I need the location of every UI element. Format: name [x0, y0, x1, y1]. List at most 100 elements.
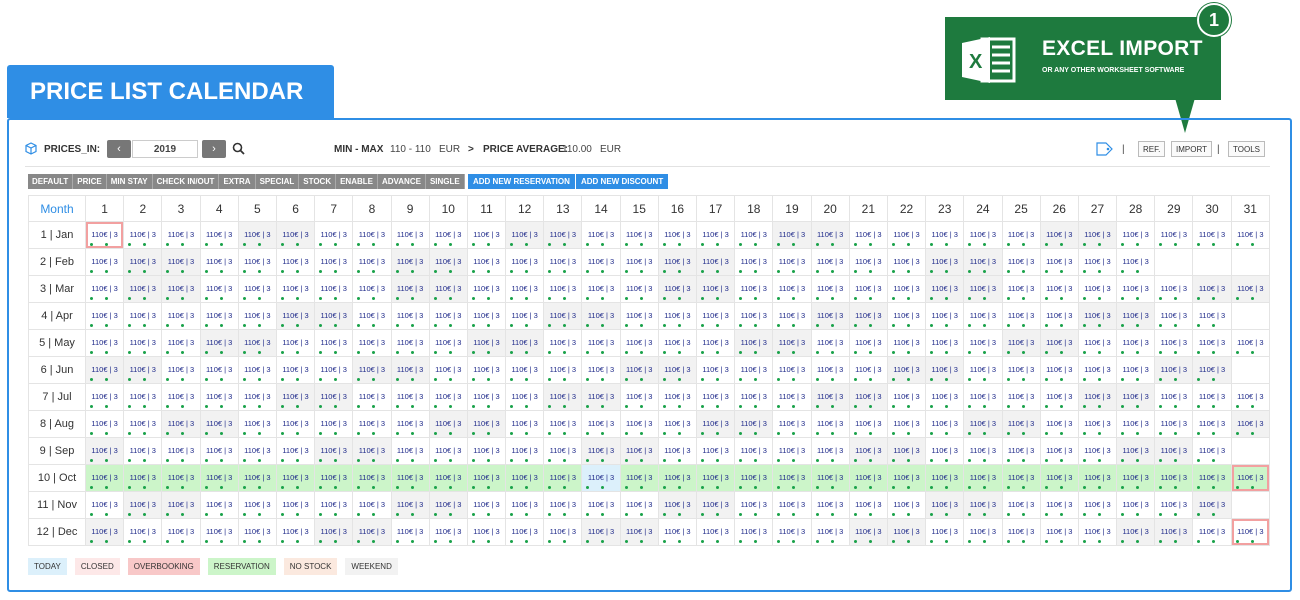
price-cell[interactable]: 110€ | 3 [848, 383, 888, 411]
price-cell[interactable]: 110€ | 3 [1001, 437, 1041, 465]
price-cell[interactable]: 110€ | 3 [581, 437, 621, 465]
price-cell[interactable]: 110€ | 3 [1154, 464, 1194, 492]
price-cell[interactable]: 110€ | 3 [772, 356, 812, 384]
price-cell[interactable]: 110€ | 3 [1154, 383, 1194, 411]
price-cell[interactable]: 110€ | 3 [275, 383, 316, 411]
price-cell[interactable]: 110€ | 3 [695, 329, 736, 357]
price-cell[interactable]: 110€ | 3 [543, 464, 583, 492]
price-cell[interactable]: 110€ | 3 [1039, 248, 1079, 276]
price-cell[interactable]: 110€ | 3 [390, 221, 430, 249]
price-cell[interactable]: 110€ | 3 [1192, 221, 1232, 249]
price-cell[interactable]: 110€ | 3 [428, 410, 468, 438]
price-cell[interactable]: 110€ | 3 [428, 356, 468, 384]
price-cell[interactable]: 110€ | 3 [1230, 464, 1271, 492]
price-cell[interactable]: 110€ | 3 [275, 437, 316, 465]
price-cell[interactable]: 110€ | 3 [1039, 383, 1079, 411]
price-cell[interactable]: 110€ | 3 [1230, 329, 1271, 357]
price-cell[interactable]: 110€ | 3 [237, 464, 277, 492]
price-cell[interactable]: 110€ | 3 [275, 464, 316, 492]
price-cell[interactable]: 110€ | 3 [925, 329, 965, 357]
price-cell[interactable]: 110€ | 3 [352, 518, 392, 546]
price-cell[interactable]: 110€ | 3 [657, 437, 698, 465]
price-cell[interactable]: 110€ | 3 [734, 221, 774, 249]
price-cell[interactable]: 110€ | 3 [199, 275, 239, 303]
price-cell[interactable]: 110€ | 3 [734, 410, 774, 438]
price-cell[interactable]: 110€ | 3 [1039, 356, 1079, 384]
price-cell[interactable]: 110€ | 3 [237, 248, 277, 276]
price-cell[interactable]: 110€ | 3 [314, 275, 354, 303]
price-cell[interactable]: 110€ | 3 [466, 383, 507, 411]
price-cell[interactable]: 110€ | 3 [1001, 302, 1041, 330]
price-cell[interactable]: 110€ | 3 [695, 518, 736, 546]
price-cell[interactable]: 110€ | 3 [543, 437, 583, 465]
price-cell[interactable]: 110€ | 3 [810, 518, 850, 546]
price-cell[interactable]: 110€ | 3 [772, 464, 812, 492]
price-cell[interactable]: 110€ | 3 [466, 221, 507, 249]
price-cell[interactable]: 110€ | 3 [466, 491, 507, 519]
price-cell[interactable]: 110€ | 3 [619, 437, 659, 465]
price-cell[interactable]: 110€ | 3 [352, 356, 392, 384]
price-cell[interactable]: 110€ | 3 [886, 275, 927, 303]
price-cell[interactable]: 110€ | 3 [314, 464, 354, 492]
price-cell[interactable]: 110€ | 3 [810, 491, 850, 519]
price-cell[interactable]: 110€ | 3 [543, 410, 583, 438]
price-cell[interactable]: 110€ | 3 [772, 410, 812, 438]
price-cell[interactable]: 110€ | 3 [581, 329, 621, 357]
price-cell[interactable]: 110€ | 3 [695, 302, 736, 330]
price-cell[interactable]: 110€ | 3 [84, 518, 125, 546]
price-cell[interactable]: 110€ | 3 [466, 410, 507, 438]
price-cell[interactable]: 110€ | 3 [428, 329, 468, 357]
price-cell[interactable]: 110€ | 3 [657, 491, 698, 519]
price-cell[interactable]: 110€ | 3 [1039, 518, 1079, 546]
price-cell[interactable]: 110€ | 3 [84, 491, 125, 519]
search-icon[interactable] [232, 142, 245, 155]
price-cell[interactable]: 110€ | 3 [1116, 410, 1156, 438]
price-cell[interactable]: 110€ | 3 [810, 437, 850, 465]
price-cell[interactable]: 110€ | 3 [734, 383, 774, 411]
price-cell[interactable]: 110€ | 3 [352, 329, 392, 357]
price-cell[interactable]: 110€ | 3 [1192, 275, 1232, 303]
price-cell[interactable]: 110€ | 3 [314, 248, 354, 276]
price-cell[interactable]: 110€ | 3 [695, 356, 736, 384]
price-cell[interactable]: 110€ | 3 [581, 356, 621, 384]
price-cell[interactable]: 110€ | 3 [199, 464, 239, 492]
price-cell[interactable]: 110€ | 3 [314, 329, 354, 357]
price-cell[interactable]: 110€ | 3 [1001, 356, 1041, 384]
price-cell[interactable]: 110€ | 3 [1039, 221, 1079, 249]
price-cell[interactable]: 110€ | 3 [657, 410, 698, 438]
price-cell[interactable]: 110€ | 3 [886, 329, 927, 357]
price-cell[interactable]: 110€ | 3 [505, 464, 545, 492]
price-cell[interactable]: 110€ | 3 [161, 248, 201, 276]
price-cell[interactable]: 110€ | 3 [123, 518, 163, 546]
price-cell[interactable]: 110€ | 3 [428, 437, 468, 465]
price-cell[interactable]: 110€ | 3 [925, 275, 965, 303]
price-cell[interactable]: 110€ | 3 [352, 491, 392, 519]
price-cell[interactable]: 110€ | 3 [505, 410, 545, 438]
price-cell[interactable]: 110€ | 3 [352, 410, 392, 438]
tab-min-stay[interactable]: MIN STAY [106, 174, 153, 189]
price-cell[interactable]: 110€ | 3 [390, 464, 430, 492]
price-cell[interactable]: 110€ | 3 [886, 491, 927, 519]
price-cell[interactable]: 110€ | 3 [1001, 464, 1041, 492]
price-cell[interactable]: 110€ | 3 [352, 464, 392, 492]
tab-check-in-out[interactable]: CHECK IN/OUT [152, 174, 220, 189]
price-cell[interactable]: 110€ | 3 [1001, 518, 1041, 546]
price-cell[interactable]: 110€ | 3 [237, 356, 277, 384]
price-cell[interactable]: 110€ | 3 [581, 491, 621, 519]
price-cell[interactable]: 110€ | 3 [123, 437, 163, 465]
price-cell[interactable]: 110€ | 3 [161, 329, 201, 357]
price-cell[interactable]: 110€ | 3 [1077, 383, 1118, 411]
price-cell[interactable]: 110€ | 3 [466, 302, 507, 330]
price-cell[interactable]: 110€ | 3 [390, 437, 430, 465]
price-cell[interactable]: 110€ | 3 [466, 464, 507, 492]
price-cell[interactable]: 110€ | 3 [466, 329, 507, 357]
price-cell[interactable]: 110€ | 3 [619, 302, 659, 330]
price-cell[interactable]: 110€ | 3 [352, 437, 392, 465]
price-cell[interactable]: 110€ | 3 [848, 491, 888, 519]
price-cell[interactable]: 110€ | 3 [1077, 518, 1118, 546]
price-cell[interactable]: 110€ | 3 [886, 356, 927, 384]
price-cell[interactable]: 110€ | 3 [314, 221, 354, 249]
price-cell[interactable]: 110€ | 3 [581, 248, 621, 276]
tab-default[interactable]: DEFAULT [28, 174, 74, 189]
price-cell[interactable]: 110€ | 3 [619, 491, 659, 519]
